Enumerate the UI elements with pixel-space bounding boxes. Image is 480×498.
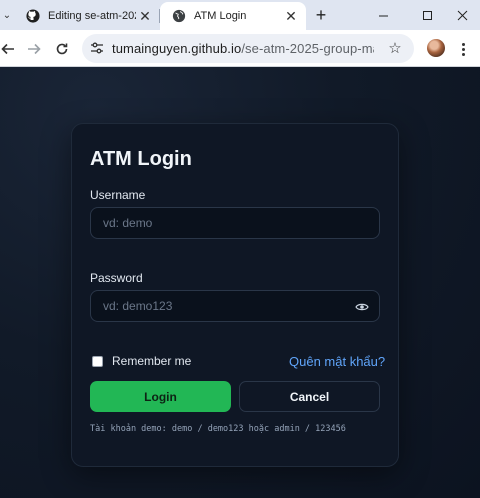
url-path: /se-atm-2025-group-mai-thuy... (241, 41, 374, 56)
back-arrow-icon[interactable] (0, 38, 19, 60)
password-label: Password (90, 271, 143, 285)
close-tab-icon[interactable]: ✕ (282, 7, 300, 25)
site-settings-icon[interactable] (89, 40, 105, 56)
address-bar[interactable]: tumainguyen.github.io/se-atm-2025-group-… (82, 34, 414, 63)
username-input[interactable] (90, 207, 380, 239)
globe-icon (172, 9, 186, 23)
reload-icon[interactable] (51, 38, 73, 60)
tab-title: Editing se-atm-2025-group-m (48, 10, 136, 22)
forgot-password-link[interactable]: Quên mật khẩu? (289, 354, 385, 369)
remember-me-checkbox[interactable] (92, 355, 103, 367)
url-text[interactable]: tumainguyen.github.io/se-atm-2025-group-… (112, 41, 374, 57)
minimize-icon[interactable] (369, 4, 397, 26)
browser-toolbar: tumainguyen.github.io/se-atm-2025-group-… (0, 30, 480, 67)
tab-strip: ⌄ Editing se-atm-2025-group-m ✕ ATM Logi… (0, 0, 480, 30)
bookmark-star-icon[interactable]: ☆ (386, 39, 404, 57)
password-input[interactable] (90, 290, 380, 322)
demo-account-hint: Tài khoản demo: demo / demo123 hoặc admi… (90, 424, 346, 434)
close-window-icon[interactable] (448, 4, 476, 26)
cancel-button[interactable]: Cancel (239, 381, 380, 412)
maximize-icon[interactable] (413, 4, 441, 26)
login-title: ATM Login (90, 148, 192, 170)
github-icon (26, 9, 40, 23)
login-card: ATM Login Username Password Remember me … (71, 123, 399, 467)
tab-title: ATM Login (194, 10, 247, 22)
remember-me-row: Remember me (92, 354, 191, 368)
close-tab-icon[interactable]: ✕ (136, 7, 154, 25)
more-menu-icon[interactable] (454, 38, 472, 60)
remember-me-label[interactable]: Remember me (112, 354, 191, 368)
url-host: tumainguyen.github.io (112, 41, 242, 56)
username-label: Username (90, 188, 146, 202)
tab-editing-repo[interactable]: Editing se-atm-2025-group-m ✕ (16, 2, 160, 30)
tab-atm-login[interactable]: ATM Login ✕ (160, 2, 306, 30)
new-tab-button[interactable]: + (311, 5, 331, 25)
forward-arrow-icon[interactable] (23, 38, 45, 60)
login-button[interactable]: Login (90, 381, 231, 412)
tab-search-chevron-icon[interactable]: ⌄ (0, 5, 14, 25)
profile-avatar[interactable] (427, 39, 445, 57)
eye-icon[interactable] (354, 300, 370, 314)
page-background: ATM Login Username Password Remember me … (0, 67, 480, 498)
